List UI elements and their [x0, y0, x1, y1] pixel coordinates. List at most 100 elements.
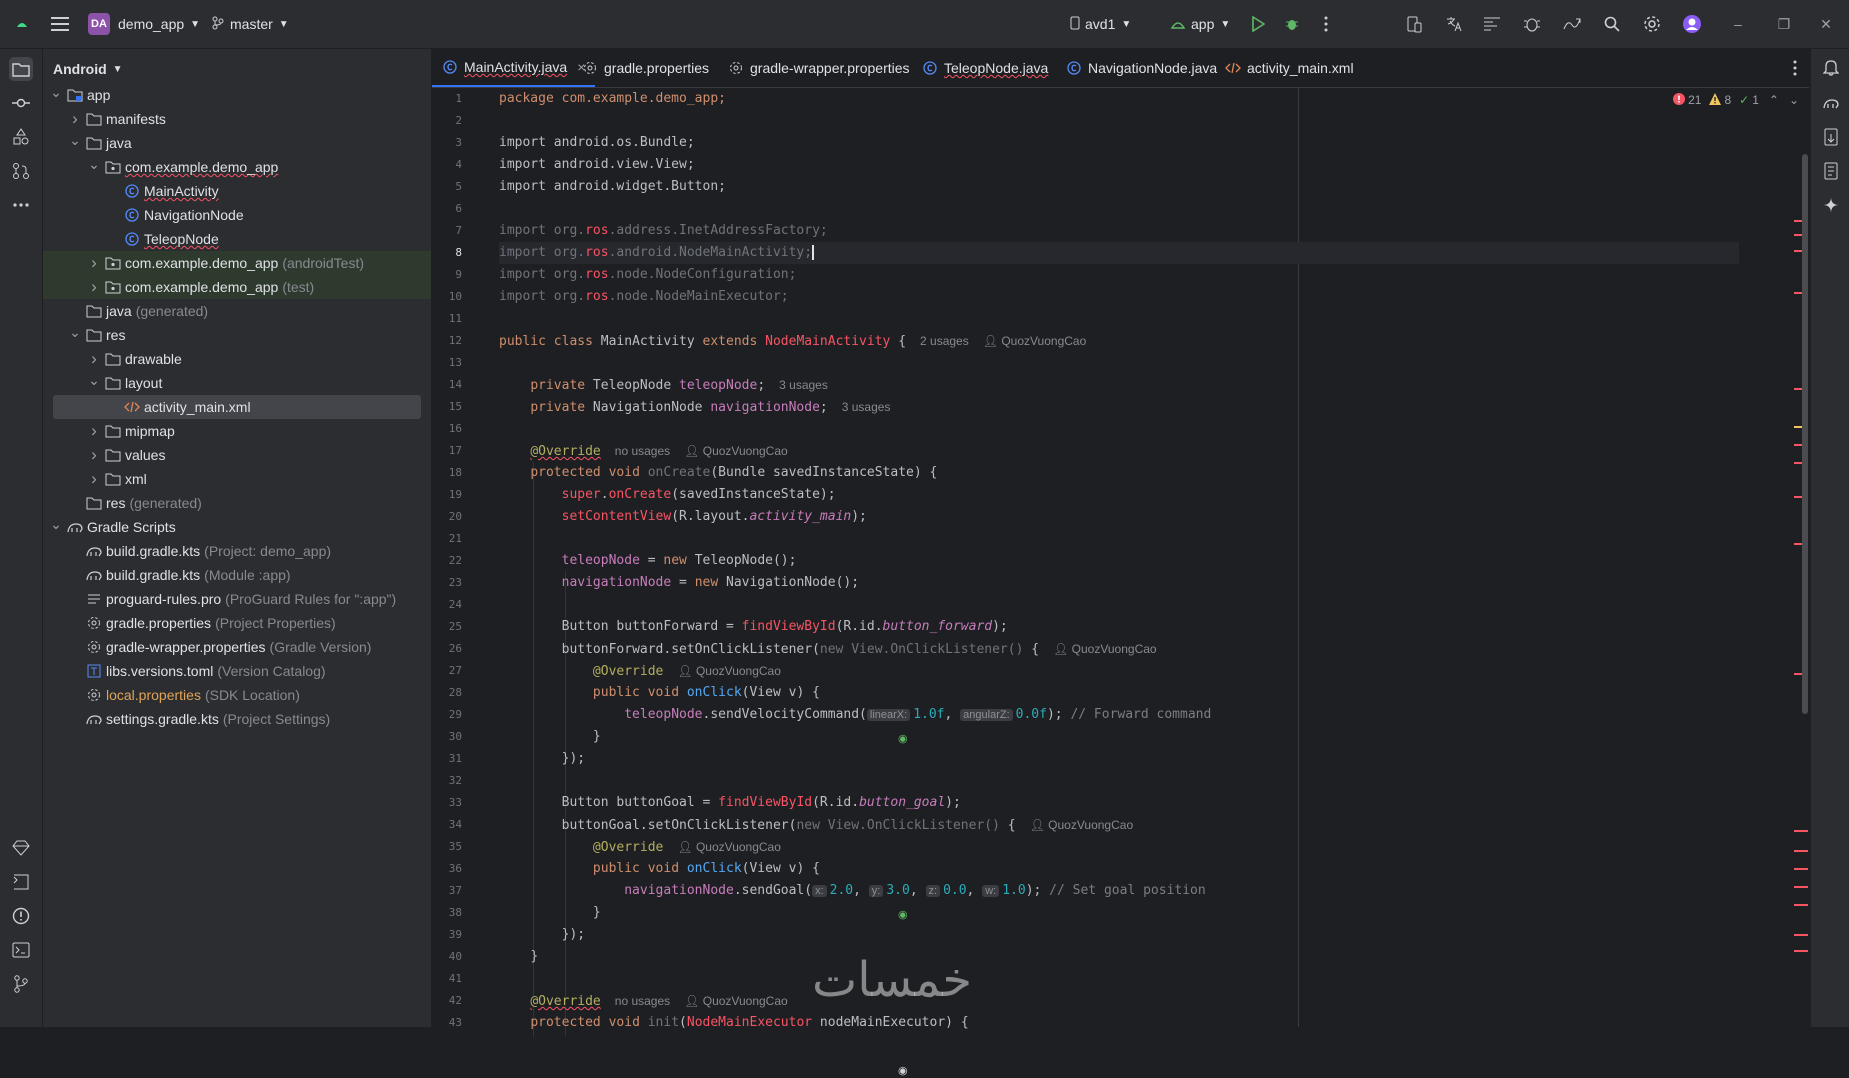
build-variants-icon[interactable] — [9, 836, 33, 860]
tree-item[interactable]: ⌄ layout — [43, 371, 431, 395]
error-marker[interactable] — [1794, 934, 1808, 936]
tree-item[interactable]: › mipmap — [43, 419, 431, 443]
chevron-right-icon[interactable]: › — [87, 349, 101, 368]
tree-item[interactable]: › xml — [43, 467, 431, 491]
tree-item[interactable]: TeleopNode — [43, 227, 431, 251]
editor-tab[interactable]: MainActivity.java × — [432, 49, 596, 87]
app-quality-insights-icon[interactable] — [1560, 12, 1584, 36]
more-tool-windows-icon[interactable] — [9, 193, 33, 217]
override-gutter-icon[interactable]: ◉ — [898, 1064, 912, 1078]
settings-gear-icon[interactable] — [1640, 12, 1664, 36]
device-file-explorer-icon[interactable] — [1819, 125, 1843, 149]
error-marker[interactable] — [1794, 950, 1808, 952]
search-icon[interactable] — [1600, 12, 1624, 36]
logcat-icon[interactable] — [9, 870, 33, 894]
tree-item[interactable]: local.properties (SDK Location) — [43, 683, 431, 707]
project-view-selector[interactable]: Android ▼ — [53, 57, 123, 81]
project-tool-icon[interactable] — [9, 57, 33, 81]
pull-requests-icon[interactable] — [9, 159, 33, 183]
tree-item[interactable]: ⌄ Gradle Scripts — [43, 515, 431, 539]
account-avatar-icon[interactable] — [1680, 12, 1704, 36]
usages-hint[interactable]: 2 usages — [920, 334, 969, 348]
chevron-right-icon[interactable]: › — [87, 421, 101, 440]
tree-item[interactable]: java (generated) — [43, 299, 431, 323]
gradle-tool-icon[interactable] — [1819, 91, 1843, 115]
tree-item[interactable]: MainActivity — [43, 179, 431, 203]
chevron-right-icon[interactable]: › — [87, 445, 101, 464]
editor-tab[interactable]: gradle.properties — [572, 49, 719, 87]
editor-gutter[interactable]: 1 2 3 4 5 6 7 8 9 10 11 12 13 14 15 16 17 18 19 20 21 22 23 24 2… — [432, 88, 492, 1029]
tree-item[interactable]: build.gradle.kts (Project: demo_app) — [43, 539, 431, 563]
minimize-window-icon[interactable]: – — [1726, 12, 1750, 36]
resource-manager-icon[interactable] — [9, 125, 33, 149]
branch-selector[interactable]: master ▼ — [212, 0, 289, 48]
error-marker[interactable] — [1794, 850, 1808, 852]
tree-item[interactable]: ⌄ com.example.demo_app — [43, 155, 431, 179]
chevron-right-icon[interactable]: › — [87, 277, 101, 296]
tree-item[interactable]: gradle-wrapper.properties (Gradle Version… — [43, 635, 431, 659]
tree-item[interactable]: ⌄ java — [43, 131, 431, 155]
tree-item[interactable]: activity_main.xml — [53, 395, 421, 419]
tree-item[interactable]: res (generated) — [43, 491, 431, 515]
app-inspection-icon[interactable] — [1520, 12, 1544, 36]
chevron-down-icon[interactable]: ⌄ — [87, 372, 101, 388]
author-hint[interactable]: 👤︎ QuozVuongCao — [1030, 818, 1134, 832]
run-icon[interactable] — [1246, 12, 1270, 36]
debug-icon[interactable] — [1280, 12, 1304, 36]
tree-item[interactable]: › drawable — [43, 347, 431, 371]
author-hint[interactable]: 👤︎ QuozVuongCao — [1053, 642, 1157, 656]
chevron-down-icon[interactable]: ⌄ — [87, 156, 101, 172]
usages-hint[interactable]: 3 usages — [779, 378, 828, 392]
project-selector[interactable]: DA demo_app ▼ — [88, 0, 200, 48]
tree-item[interactable]: › com.example.demo_app (androidTest) — [43, 251, 431, 275]
editor-tab[interactable]: TeleopNode.java — [912, 49, 1058, 87]
vertical-scrollbar[interactable] — [1802, 154, 1808, 714]
editor-tab[interactable]: gradle-wrapper.properties — [718, 49, 920, 87]
author-hint[interactable]: 👤︎ QuozVuongCao — [677, 664, 781, 678]
gemini-icon[interactable] — [1819, 193, 1843, 217]
run-config-selector[interactable]: app ▼ — [1170, 0, 1230, 48]
tree-item[interactable]: build.gradle.kts (Module :app) — [43, 563, 431, 587]
chevron-right-icon[interactable]: › — [87, 469, 101, 488]
tree-item[interactable]: › manifests — [43, 107, 431, 131]
restore-window-icon[interactable]: ❐ — [1772, 12, 1796, 36]
error-marker[interactable] — [1794, 904, 1808, 906]
tree-item[interactable]: › com.example.demo_app (test) — [43, 275, 431, 299]
tree-item[interactable]: NavigationNode — [43, 203, 431, 227]
error-marker[interactable] — [1794, 868, 1808, 870]
tree-item[interactable]: › values — [43, 443, 431, 467]
author-hint[interactable]: 👤︎ QuozVuongCao — [684, 444, 788, 458]
tree-item[interactable]: gradle.properties (Project Properties) — [43, 611, 431, 635]
error-marker[interactable] — [1794, 830, 1808, 832]
error-marker[interactable] — [1794, 886, 1808, 888]
chevron-down-icon[interactable]: ⌄ — [49, 84, 63, 100]
notifications-icon[interactable] — [1819, 55, 1843, 79]
previous-highlight-icon[interactable]: ⌃ — [1769, 93, 1779, 107]
author-hint[interactable]: 👤︎ QuozVuongCao — [677, 840, 781, 854]
main-menu-icon[interactable] — [48, 12, 72, 36]
tree-item[interactable]: libs.versions.toml (Version Catalog) — [43, 659, 431, 683]
device-selector[interactable]: avd1 ▼ — [1070, 0, 1131, 48]
version-control-icon[interactable] — [9, 972, 33, 996]
chevron-down-icon[interactable]: ⌄ — [68, 324, 82, 340]
tab-options-icon[interactable] — [1793, 60, 1797, 79]
tree-item[interactable]: ⌄ app — [43, 83, 431, 107]
author-hint[interactable]: 👤︎ QuozVuongCao — [983, 334, 1087, 348]
author-hint[interactable]: 👤︎ QuozVuongCao — [684, 994, 788, 1008]
code-area[interactable]: package com.example.demo_app; import and… — [499, 88, 1739, 1037]
chevron-right-icon[interactable]: › — [87, 253, 101, 272]
running-devices-icon[interactable] — [1819, 159, 1843, 183]
problems-icon[interactable] — [9, 904, 33, 928]
chevron-right-icon[interactable]: › — [68, 109, 82, 128]
usages-hint[interactable]: no usages — [615, 444, 670, 458]
layout-inspector-icon[interactable] — [1480, 12, 1504, 36]
usages-hint[interactable]: 3 usages — [842, 400, 891, 414]
close-window-icon[interactable]: ✕ — [1814, 12, 1838, 36]
chevron-down-icon[interactable]: ⌄ — [49, 516, 63, 532]
commit-tool-icon[interactable] — [9, 91, 33, 115]
more-actions-icon[interactable] — [1314, 12, 1338, 36]
usages-hint[interactable]: no usages — [615, 994, 670, 1008]
tree-item[interactable]: settings.gradle.kts (Project Settings) — [43, 707, 431, 731]
terminal-icon[interactable] — [9, 938, 33, 962]
tree-item[interactable]: proguard-rules.pro (ProGuard Rules for ":… — [43, 587, 431, 611]
